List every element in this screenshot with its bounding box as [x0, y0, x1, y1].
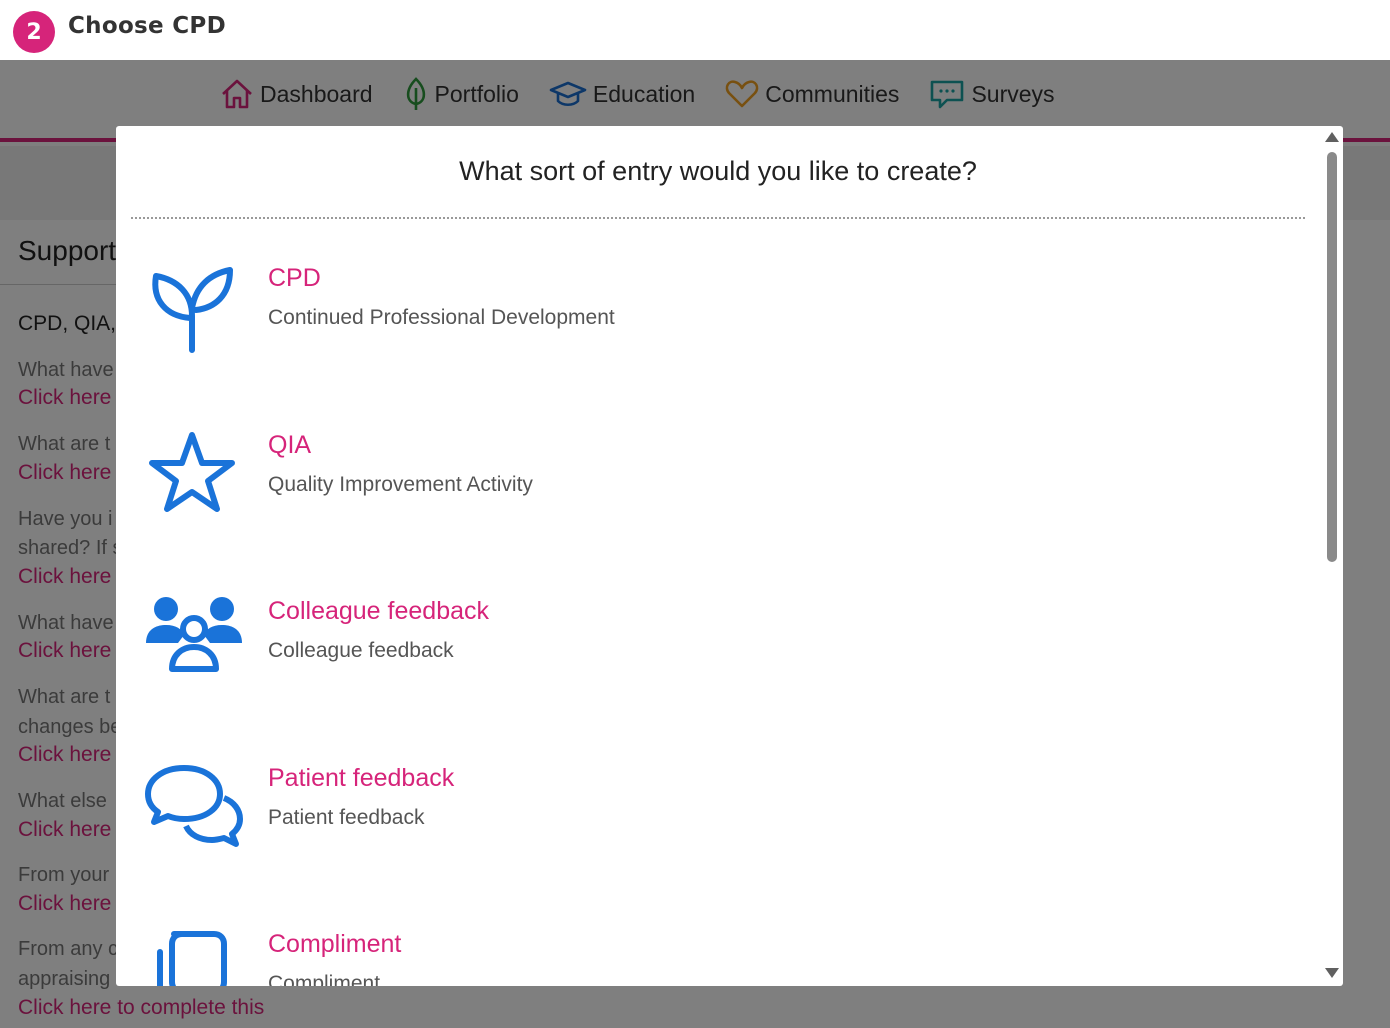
speech-bubbles-icon	[145, 765, 243, 847]
scroll-up-icon[interactable]	[1325, 132, 1339, 142]
sprout-icon	[152, 267, 233, 353]
step-number-badge: 2	[13, 11, 55, 53]
entry-title[interactable]: QIA	[268, 431, 311, 460]
entry-option-cpd[interactable]: CPD Continued Professional Development	[116, 264, 1306, 404]
scroll-thumb[interactable]	[1327, 152, 1337, 562]
scroll-down-icon[interactable]	[1325, 968, 1339, 978]
modal-divider	[131, 217, 1305, 219]
entry-type-modal: What sort of entry would you like to cre…	[116, 126, 1343, 986]
modal-title: What sort of entry would you like to cre…	[459, 156, 977, 186]
entry-option-compliment[interactable]: Compliment Compliment	[116, 930, 1306, 986]
entry-title[interactable]: Compliment	[268, 930, 401, 959]
step-title: Choose CPD	[68, 13, 226, 39]
documents-icon	[157, 931, 227, 986]
entry-option-qia[interactable]: QIA Quality Improvement Activity	[116, 431, 1306, 571]
entry-description: Colleague feedback	[268, 639, 454, 662]
star-icon	[149, 432, 235, 512]
step-header: 2 Choose CPD	[0, 0, 1390, 60]
entry-description: Quality Improvement Activity	[268, 473, 533, 496]
modal-scrollbar[interactable]	[1319, 126, 1343, 986]
entry-description: Continued Professional Development	[268, 306, 615, 329]
entry-title[interactable]: Patient feedback	[268, 764, 454, 793]
entry-option-colleague-feedback[interactable]: Colleague feedback Colleague feedback	[116, 597, 1306, 737]
entry-description: Compliment	[268, 972, 381, 986]
entry-description: Patient feedback	[268, 806, 425, 829]
entry-title[interactable]: CPD	[268, 264, 321, 293]
entry-title[interactable]: Colleague feedback	[268, 597, 489, 626]
people-icon	[146, 597, 242, 672]
entry-option-patient-feedback[interactable]: Patient feedback Patient feedback	[116, 764, 1306, 904]
